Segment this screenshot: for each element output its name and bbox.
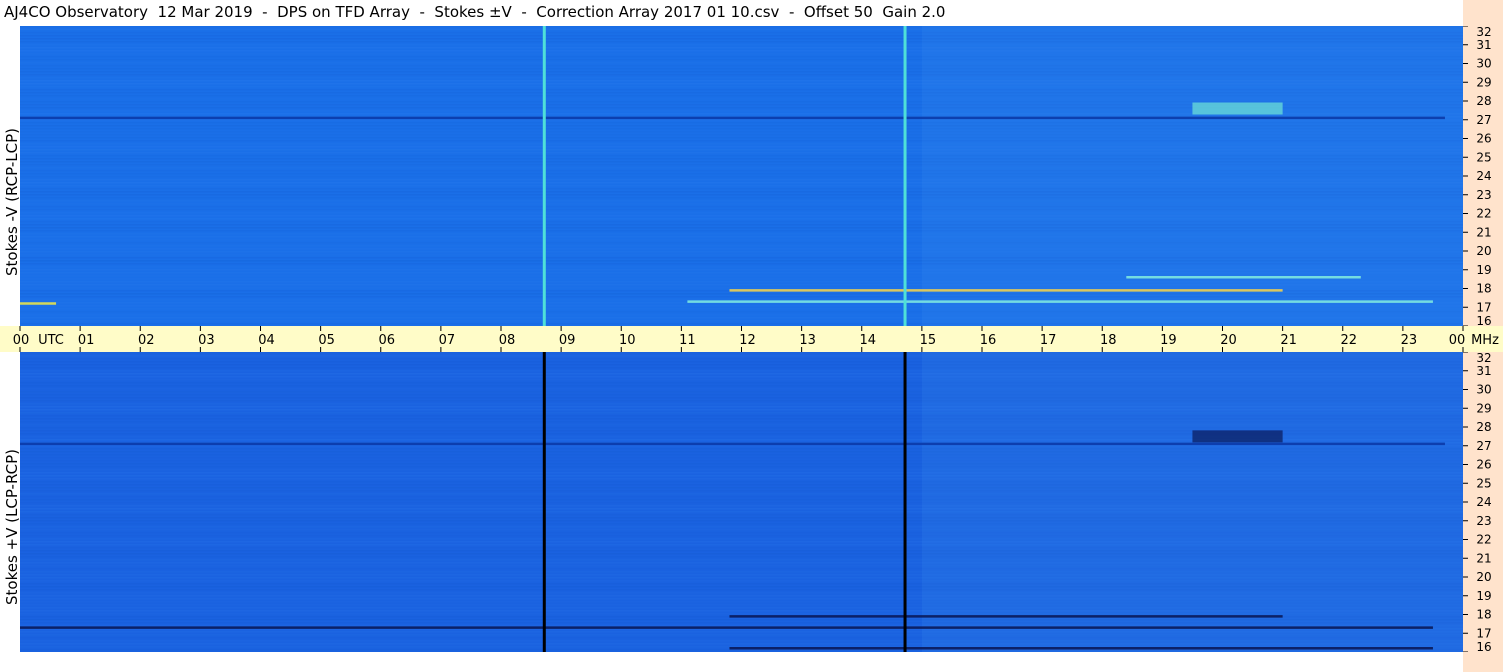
scale-top-tick-label-27: 27	[1476, 113, 1491, 127]
scale-top-tick-label-31: 31	[1476, 38, 1491, 52]
frequency-scale-cap	[1463, 0, 1503, 26]
top-feature-5	[1192, 102, 1283, 115]
frequency-scale-top-svg: 1617 18 19 20 21 22 23 24 25 26 27 28 29 30 3132	[1463, 25, 1492, 328]
scale-top-tick-label-29: 29	[1476, 75, 1491, 89]
scale-bottom-tick-label-22: 22	[1476, 533, 1491, 547]
scale-top-tick-label-30: 30	[1476, 57, 1491, 71]
top-vertical-marker-1	[903, 26, 907, 326]
time-label-6: 05	[318, 333, 335, 348]
scale-bottom-tick-label-21: 21	[1476, 551, 1491, 565]
time-label-3: 02	[138, 333, 155, 348]
top-feature-3	[729, 289, 1283, 292]
scale-top-tick-label-16: 16	[1476, 314, 1491, 326]
scale-top-tick-label-32: 32	[1476, 26, 1491, 39]
spectrogram-bottom-svg	[20, 352, 1463, 652]
scale-bottom-tick-label-29: 29	[1476, 401, 1491, 415]
time-label-26: MHz	[1471, 333, 1499, 348]
bottom-feature-1	[20, 626, 1433, 629]
scale-bottom-tick-label-16: 16	[1476, 640, 1491, 652]
scale-top-tick-label-26: 26	[1476, 132, 1491, 146]
time-label-9: 08	[499, 333, 516, 348]
time-label-7: 06	[378, 333, 395, 348]
time-label-4: 03	[198, 333, 215, 348]
scale-bottom-tick-label-17: 17	[1476, 626, 1491, 640]
time-label-1: UTC	[38, 333, 64, 348]
y-axis-label-bottom: Stokes +V (LCP-RCP)	[3, 449, 21, 605]
scale-top-tick-label-18: 18	[1476, 282, 1491, 296]
time-label-21: 20	[1220, 333, 1237, 348]
top-feature-4	[1126, 276, 1361, 279]
time-label-12: 11	[679, 333, 696, 348]
time-label-8: 07	[439, 333, 456, 348]
time-label-19: 18	[1100, 333, 1117, 348]
scale-bottom-tick-label-23: 23	[1476, 514, 1491, 528]
bottom-vertical-marker-1	[903, 352, 907, 652]
time-label-20: 19	[1160, 333, 1177, 348]
time-label-10: 09	[559, 333, 576, 348]
scale-bottom-tick-label-28: 28	[1476, 420, 1491, 434]
spectrogram-stokes-plus-v	[20, 352, 1463, 652]
scale-bottom-tick-label-30: 30	[1476, 383, 1491, 397]
time-label-5: 04	[258, 333, 275, 348]
scale-bottom-tick-label-32: 32	[1476, 352, 1491, 365]
time-label-23: 22	[1340, 333, 1357, 348]
scale-top-tick-label-23: 23	[1476, 188, 1491, 202]
bottom-feature-3	[729, 647, 1433, 650]
bottom-vertical-marker-0	[542, 352, 546, 652]
bottom-feature-2	[729, 615, 1283, 618]
scale-top-tick-label-25: 25	[1476, 150, 1491, 164]
top-texture	[20, 26, 1463, 326]
time-label-25: 00	[1449, 333, 1466, 348]
scale-top-tick-label-24: 24	[1476, 169, 1491, 183]
scale-bottom-tick-label-24: 24	[1476, 495, 1491, 509]
bottom-texture	[20, 352, 1463, 652]
frequency-scale-bottom: 16 17 18 19 20 21 22 23 24 25 26 27 28 29 30 31 32	[1463, 351, 1503, 654]
top-feature-2	[687, 300, 1433, 303]
scale-top-tick-label-20: 20	[1476, 244, 1491, 258]
spectrogram-top-svg	[20, 26, 1463, 326]
frequency-scale-bottom-svg: 1617 18 19 20 21 22 23 24 25 26 27 28 29 30 3132	[1463, 351, 1492, 654]
top-vertical-marker-0	[542, 26, 546, 326]
top-feature-1	[20, 302, 57, 305]
time-label-2: 01	[78, 333, 95, 348]
scale-top-tick-label-22: 22	[1476, 207, 1491, 221]
scale-bottom-tick-label-31: 31	[1476, 364, 1491, 378]
scale-top-tick-label-17: 17	[1476, 300, 1491, 314]
scale-bottom-tick-label-25: 25	[1476, 476, 1491, 490]
utc-time-axis-svg: 00 UTC 01 02 03 04 05 06 07 08 09 10 11 12 13 14 15 16 17 1…	[13, 326, 1499, 352]
time-label-15: 14	[859, 333, 876, 348]
time-label-16: 15	[920, 333, 937, 348]
scale-bottom-tick-label-19: 19	[1476, 589, 1491, 603]
top-feature-0	[20, 116, 1445, 120]
time-label-17: 16	[980, 333, 997, 348]
frequency-scale-top: 16 17 18 19 20 21 22 23 24 25 26 27 28 29 30 31 32	[1463, 25, 1503, 328]
scale-bottom-tick-label-20: 20	[1476, 570, 1491, 584]
y-axis-label-top: Stokes -V (RCP-LCP)	[3, 128, 21, 276]
bottom-feature-4	[1192, 430, 1283, 443]
utc-time-axis: 00 UTC 01 02 03 04 05 06 07 08 09 10 11 12 13 14 15 16 17 1…	[0, 326, 1503, 352]
scale-bottom-tick-label-27: 27	[1476, 439, 1491, 453]
spectrogram-stokes-minus-v	[20, 26, 1463, 326]
scale-top-tick-label-28: 28	[1476, 94, 1491, 108]
scale-bottom-tick-label-18: 18	[1476, 608, 1491, 622]
time-label-0: 00	[13, 333, 30, 348]
time-label-24: 23	[1401, 333, 1418, 348]
chart-title: AJ4CO Observatory 12 Mar 2019 - DPS on T…	[4, 3, 946, 21]
time-label-13: 12	[739, 333, 756, 348]
time-label-22: 21	[1280, 333, 1297, 348]
time-label-11: 10	[619, 333, 636, 348]
scale-top-tick-label-19: 19	[1476, 263, 1491, 277]
scale-top-tick-label-21: 21	[1476, 225, 1491, 239]
frequency-scale-cap-bottom	[1463, 652, 1503, 672]
time-label-18: 17	[1040, 333, 1057, 348]
time-label-14: 13	[799, 333, 816, 348]
scale-bottom-tick-label-26: 26	[1476, 458, 1491, 472]
bottom-feature-0	[20, 442, 1445, 446]
